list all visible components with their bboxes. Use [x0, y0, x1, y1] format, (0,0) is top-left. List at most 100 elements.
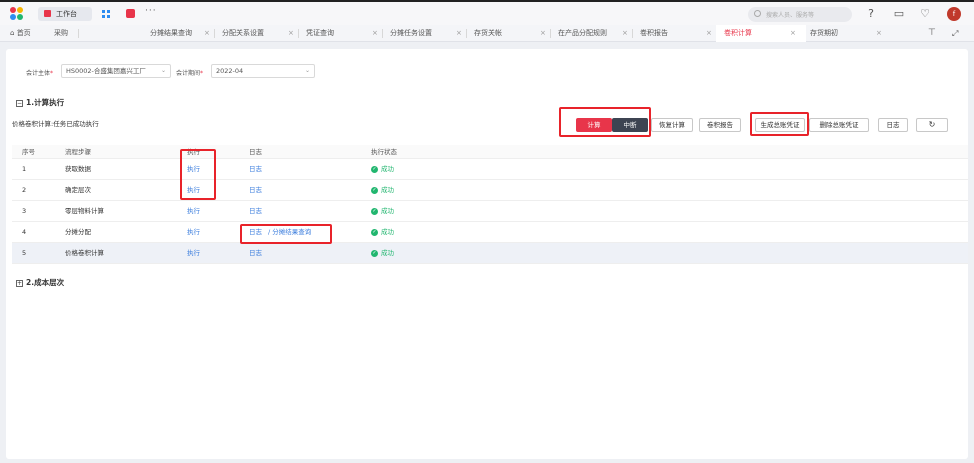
tab-divider	[466, 29, 467, 38]
status-badge: ✓ 成功	[371, 228, 394, 236]
expand-icon[interactable]: +	[16, 279, 23, 287]
col-no: 序号	[22, 148, 35, 156]
tab-label: 采购	[54, 29, 68, 37]
restore-calc-button[interactable]: 恢复计算	[651, 118, 693, 132]
tab-divider	[382, 29, 383, 38]
tab-allocation-relation[interactable]: 分配关系设置	[222, 25, 264, 42]
row-no: 5	[22, 249, 27, 257]
tab-inventory-close[interactable]: 存货关帐	[474, 25, 502, 42]
annotation-box-voucher	[750, 112, 809, 136]
app-logo-icon[interactable]	[10, 7, 24, 21]
workbench-tab[interactable]: 工作台	[38, 7, 92, 21]
tab-inventory-opening[interactable]: 存货期初	[810, 25, 838, 42]
avatar[interactable]: f	[947, 7, 961, 21]
apps-grid-icon[interactable]	[102, 10, 110, 18]
exec-link[interactable]: 执行	[187, 201, 200, 222]
more-icon[interactable]: ···	[145, 6, 157, 16]
annotation-box-log	[240, 224, 332, 244]
status-badge: ✓ 成功	[371, 249, 394, 257]
help-icon[interactable]: ?	[864, 7, 878, 21]
annotation-box-calc	[559, 107, 651, 137]
close-icon[interactable]: ×	[622, 25, 628, 42]
tab-label: 存货关帐	[474, 29, 502, 37]
tab-label: 分摊任务设置	[390, 29, 432, 37]
tab-bar: ⌂ 首页 采购 分摊结果查询 × 分配关系设置 × 凭证查询 × 分摊任务设置 …	[0, 25, 974, 42]
annotation-box-exec	[180, 149, 216, 200]
tab-allocation-task[interactable]: 分摊任务设置	[390, 25, 432, 42]
log-link[interactable]: 日志	[249, 243, 262, 264]
close-icon[interactable]: ×	[876, 25, 882, 42]
period-value: 2022-04	[216, 67, 244, 75]
close-icon[interactable]: ×	[790, 25, 796, 42]
row-step: 确定层次	[65, 186, 91, 194]
log-link[interactable]: 日志	[249, 180, 262, 201]
row-step: 获取数据	[65, 165, 91, 173]
close-icon[interactable]: ×	[540, 25, 546, 42]
message-icon[interactable]: ▭	[892, 7, 906, 21]
tab-wip-rule[interactable]: 在产品分配规则	[558, 25, 607, 42]
exec-link[interactable]: 执行	[187, 222, 200, 243]
table-row[interactable]: 4 分摊分配 执行 日志 / 分摊结果查询 ✓ 成功	[12, 222, 968, 243]
section-cost-level[interactable]: +2.成本层次	[16, 277, 64, 288]
app-shortcut-icon[interactable]	[126, 9, 135, 18]
table-row[interactable]: 3 零层物料计算 执行 日志 ✓ 成功	[12, 201, 968, 222]
refresh-button[interactable]: ↻	[916, 118, 948, 132]
close-icon[interactable]: ×	[288, 25, 294, 42]
tab-divider	[632, 29, 633, 38]
tab-label: 在产品分配规则	[558, 29, 607, 37]
top-bar: 工作台 ··· 搜索人员、服务等 ? ▭ ♡ f	[0, 0, 974, 25]
col-status: 执行状态	[371, 148, 397, 156]
workbench-icon	[44, 10, 51, 17]
table-row[interactable]: 1 获取数据 执行 日志 ✓ 成功	[12, 159, 968, 180]
chevron-down-icon: ⌄	[304, 67, 310, 74]
table-row[interactable]: 5 价格卷积计算 执行 日志 ✓ 成功	[12, 243, 968, 264]
check-circle-icon: ✓	[371, 165, 378, 173]
status-badge: ✓ 成功	[371, 207, 394, 215]
collapse-icon[interactable]: −	[16, 99, 23, 107]
period-label: 会计期间*	[176, 70, 204, 77]
main-panel: 会计主体* HS0002-合盛集团嘉兴工厂 ⌄ 会计期间* 2022-04 ⌄ …	[6, 49, 968, 459]
chevron-down-icon: ⌄	[160, 67, 166, 74]
pin-top-icon[interactable]: ⊤	[928, 25, 936, 42]
home-icon: ⌂	[10, 29, 15, 37]
table-row[interactable]: 2 确定层次 执行 日志 ✓ 成功	[12, 180, 968, 201]
tab-label: 卷积计算	[724, 29, 752, 37]
exec-link[interactable]: 执行	[187, 243, 200, 264]
section-title: 2.成本层次	[26, 278, 65, 287]
tab-purchase[interactable]: 采购	[54, 25, 68, 42]
close-icon[interactable]: ×	[706, 25, 712, 42]
tab-label: 首页	[16, 29, 31, 37]
status-message: 价格卷积计算:任务已成功执行	[12, 120, 99, 128]
tab-voucher-query[interactable]: 凭证查询	[306, 25, 334, 42]
tab-home[interactable]: ⌂ 首页	[10, 25, 31, 42]
table-header: 序号 流程步骤 执行 日志 执行状态	[12, 145, 968, 159]
tab-allocation-result[interactable]: 分摊结果查询	[150, 25, 192, 42]
row-step: 零层物料计算	[65, 207, 104, 215]
workbench-label: 工作台	[56, 10, 77, 18]
log-link[interactable]: 日志	[249, 201, 262, 222]
section-calc-exec[interactable]: −1.计算执行	[16, 97, 64, 108]
headset-icon[interactable]: ♡	[918, 7, 932, 21]
entity-select[interactable]: HS0002-合盛集团嘉兴工厂 ⌄	[61, 64, 171, 78]
tab-rollup-report[interactable]: 卷积报告	[640, 25, 668, 42]
log-button[interactable]: 日志	[878, 118, 908, 132]
refresh-icon: ↻	[928, 120, 936, 129]
tab-label: 分摊结果查询	[150, 29, 192, 37]
log-link[interactable]: 日志	[249, 159, 262, 180]
delete-voucher-button[interactable]: 删除总账凭证	[809, 118, 869, 132]
global-search[interactable]: 搜索人员、服务等	[748, 7, 852, 22]
tab-rollup-calc[interactable]: 卷积计算	[724, 25, 752, 42]
close-icon[interactable]: ×	[456, 25, 462, 42]
close-icon[interactable]: ×	[372, 25, 378, 42]
tab-divider	[550, 29, 551, 38]
status-badge: ✓ 成功	[371, 165, 394, 173]
rollup-report-button[interactable]: 卷积报告	[699, 118, 741, 132]
entity-label: 会计主体*	[26, 70, 54, 77]
search-icon	[754, 10, 761, 17]
tab-label: 凭证查询	[306, 29, 334, 37]
period-select[interactable]: 2022-04 ⌄	[211, 64, 315, 78]
fullscreen-icon[interactable]: ⤢	[952, 25, 958, 42]
close-icon[interactable]: ×	[204, 25, 210, 42]
check-circle-icon: ✓	[371, 186, 378, 194]
row-no: 4	[22, 228, 27, 236]
